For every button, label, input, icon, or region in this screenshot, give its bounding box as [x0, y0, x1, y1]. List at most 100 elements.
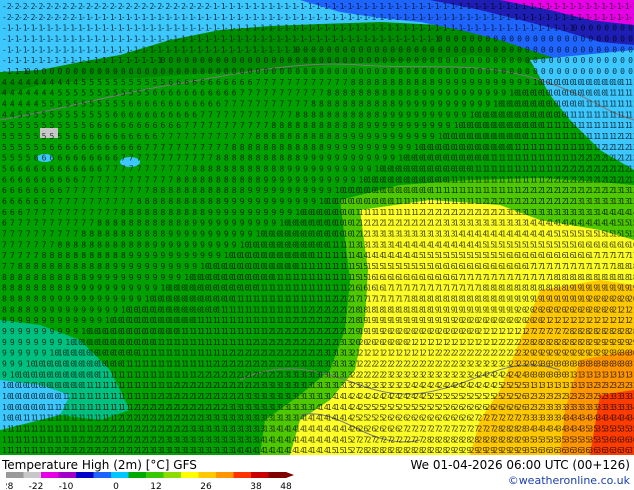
svg-text:9: 9 — [216, 240, 221, 249]
svg-text:11: 11 — [628, 78, 634, 87]
svg-text:7: 7 — [295, 100, 300, 109]
svg-text:9: 9 — [224, 230, 229, 239]
svg-text:5: 5 — [65, 100, 70, 109]
svg-text:6: 6 — [50, 175, 55, 184]
svg-text:9: 9 — [10, 316, 15, 325]
svg-text:5: 5 — [2, 132, 7, 141]
svg-text:4: 4 — [34, 78, 39, 87]
svg-text:5: 5 — [18, 110, 23, 119]
svg-text:4: 4 — [2, 110, 7, 119]
svg-text:15: 15 — [628, 219, 634, 228]
svg-text:0: 0 — [588, 67, 593, 76]
color-scale-tick-label: -10 — [59, 482, 74, 490]
svg-text:8: 8 — [73, 273, 78, 282]
svg-text:8: 8 — [343, 100, 348, 109]
svg-text:9: 9 — [137, 284, 142, 293]
svg-text:7: 7 — [224, 132, 229, 141]
svg-text:8: 8 — [121, 208, 126, 217]
svg-text:7: 7 — [248, 110, 253, 119]
svg-text:4: 4 — [18, 78, 23, 87]
svg-text:7: 7 — [58, 230, 63, 239]
svg-text:0: 0 — [414, 67, 419, 76]
svg-text:7: 7 — [97, 208, 102, 217]
svg-text:0: 0 — [588, 45, 593, 54]
svg-text:7: 7 — [129, 186, 134, 195]
svg-text:5: 5 — [97, 100, 102, 109]
color-scale-ticks: -28 -22 -10 0 12 26 38 48 — [6, 482, 292, 490]
svg-text:0: 0 — [533, 45, 538, 54]
svg-text:7: 7 — [18, 240, 23, 249]
svg-text:4: 4 — [10, 100, 15, 109]
credit-link[interactable]: ©weatheronline.co.uk — [508, 474, 630, 487]
svg-text:6: 6 — [97, 132, 102, 141]
svg-text:7: 7 — [208, 154, 213, 163]
color-scale-swatch — [268, 472, 287, 478]
svg-text:9: 9 — [2, 327, 7, 336]
svg-text:5: 5 — [137, 78, 142, 87]
svg-text:7: 7 — [50, 219, 55, 228]
svg-text:0: 0 — [335, 67, 340, 76]
svg-text:7: 7 — [73, 197, 78, 206]
svg-text:6: 6 — [168, 110, 173, 119]
svg-text:9: 9 — [454, 78, 459, 87]
svg-text:9: 9 — [256, 197, 261, 206]
svg-text:0: 0 — [398, 45, 403, 54]
svg-text:9: 9 — [319, 165, 324, 174]
svg-text:7: 7 — [65, 197, 70, 206]
svg-text:5: 5 — [81, 100, 86, 109]
svg-text:9: 9 — [485, 100, 490, 109]
svg-text:6: 6 — [176, 121, 181, 130]
svg-text:9: 9 — [113, 284, 118, 293]
svg-text:0: 0 — [493, 67, 498, 76]
svg-text:7: 7 — [192, 121, 197, 130]
svg-text:5: 5 — [105, 78, 110, 87]
svg-text:8: 8 — [65, 273, 70, 282]
svg-text:8: 8 — [168, 219, 173, 228]
svg-text:8: 8 — [367, 100, 372, 109]
svg-text:8: 8 — [121, 230, 126, 239]
color-scale-tick-label: -22 — [29, 482, 44, 490]
svg-text:9: 9 — [414, 100, 419, 109]
svg-text:5: 5 — [42, 100, 47, 109]
svg-text:7: 7 — [105, 197, 110, 206]
svg-text:9: 9 — [192, 219, 197, 228]
svg-text:0: 0 — [604, 67, 609, 76]
svg-text:8: 8 — [89, 262, 94, 271]
svg-text:9: 9 — [73, 305, 78, 314]
color-scale-swatch — [76, 472, 94, 478]
svg-text:13: 13 — [628, 186, 634, 195]
svg-text:7: 7 — [200, 121, 205, 130]
svg-text:8: 8 — [311, 121, 316, 130]
svg-text:9: 9 — [390, 110, 395, 119]
svg-text:8: 8 — [232, 165, 237, 174]
svg-text:0: 0 — [176, 67, 181, 76]
svg-text:7: 7 — [264, 78, 269, 87]
svg-text:8: 8 — [81, 251, 86, 260]
color-scale-swatch — [6, 472, 24, 478]
svg-text:5: 5 — [26, 154, 31, 163]
svg-text:7: 7 — [129, 165, 134, 174]
svg-text:7: 7 — [121, 197, 126, 206]
svg-text:6: 6 — [34, 175, 39, 184]
svg-text:8: 8 — [50, 251, 55, 260]
svg-text:7: 7 — [113, 165, 118, 174]
svg-text:5: 5 — [2, 121, 7, 130]
svg-text:9: 9 — [327, 186, 332, 195]
svg-text:7: 7 — [248, 121, 253, 130]
svg-text:7: 7 — [113, 186, 118, 195]
svg-text:9: 9 — [73, 295, 78, 304]
svg-text:8: 8 — [422, 78, 427, 87]
svg-text:0: 0 — [303, 67, 308, 76]
svg-text:6: 6 — [97, 154, 102, 163]
svg-text:8: 8 — [303, 132, 308, 141]
svg-text:9: 9 — [303, 154, 308, 163]
svg-text:8: 8 — [359, 121, 364, 130]
svg-text:0: 0 — [501, 35, 506, 44]
svg-text:9: 9 — [176, 251, 181, 260]
svg-text:7: 7 — [89, 186, 94, 195]
svg-text:6: 6 — [42, 165, 47, 174]
svg-text:0: 0 — [628, 35, 633, 44]
svg-text:8: 8 — [2, 295, 7, 304]
svg-text:9: 9 — [319, 175, 324, 184]
svg-text:7: 7 — [129, 197, 134, 206]
